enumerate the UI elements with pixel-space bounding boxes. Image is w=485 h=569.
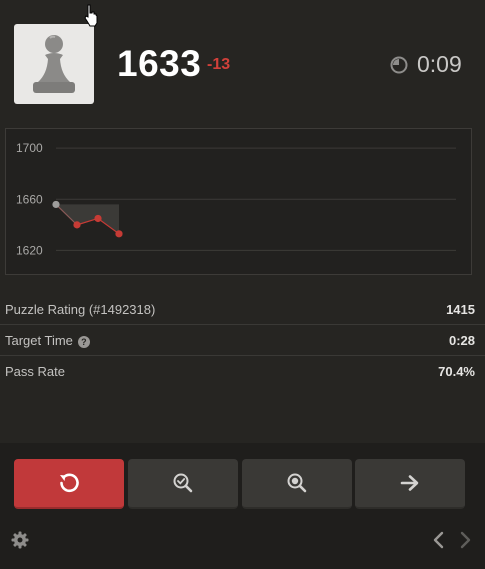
puzzle-header: 1633 -13 0:09 [0,0,485,120]
rating-chart-svg: 1700 1660 1620 [16,141,456,257]
puzzle-stats: Puzzle Rating (#1492318) 1415 Target Tim… [0,294,485,386]
puzzle-rating-value: 1415 [446,302,475,317]
retry-button[interactable] [14,459,124,509]
target-time-value: 0:28 [448,333,475,348]
y-tick-label: 1700 [16,141,43,155]
avatar [14,24,94,104]
rating-point [115,230,123,238]
rating-point [73,221,81,229]
rating-point [94,214,102,223]
player-rating: 1633 [117,43,202,84]
y-tick-label: 1620 [16,243,43,257]
rating-history-chart: 1700 1660 1620 [5,128,472,275]
magnify-star-icon [287,473,307,493]
puzzle-rating-label: Puzzle Rating (#1492318) [5,302,156,317]
rating-area [56,204,119,234]
analysis-button[interactable] [128,459,238,509]
stat-row-pass-rate: Pass Rate 70.4% [0,356,485,386]
stat-row-puzzle-rating: Puzzle Rating (#1492318) 1415 [0,294,485,325]
retry-icon [60,473,79,493]
magnify-check-icon [173,473,193,493]
mouse-cursor-icon [84,4,100,28]
next-puzzle-button[interactable] [355,459,465,509]
chevron-left-icon[interactable] [432,531,446,549]
solution-button[interactable] [242,459,352,509]
pawn-icon [33,35,75,93]
help-icon[interactable]: ? [77,336,90,348]
arrow-right-icon [400,475,419,491]
rating-point [52,200,60,209]
elapsed-timer: 0:09 [417,51,462,77]
pass-rate-label: Pass Rate [5,364,65,379]
y-tick-label: 1660 [16,192,43,206]
target-time-label: Target Time [5,333,73,348]
clock-pie-icon [390,56,408,74]
chevron-right-icon[interactable] [458,531,472,549]
pass-rate-value: 70.4% [438,364,475,379]
rating-change: -13 [207,56,231,73]
stat-row-target-time: Target Time? 0:28 [0,325,485,356]
gear-icon[interactable] [11,531,29,549]
